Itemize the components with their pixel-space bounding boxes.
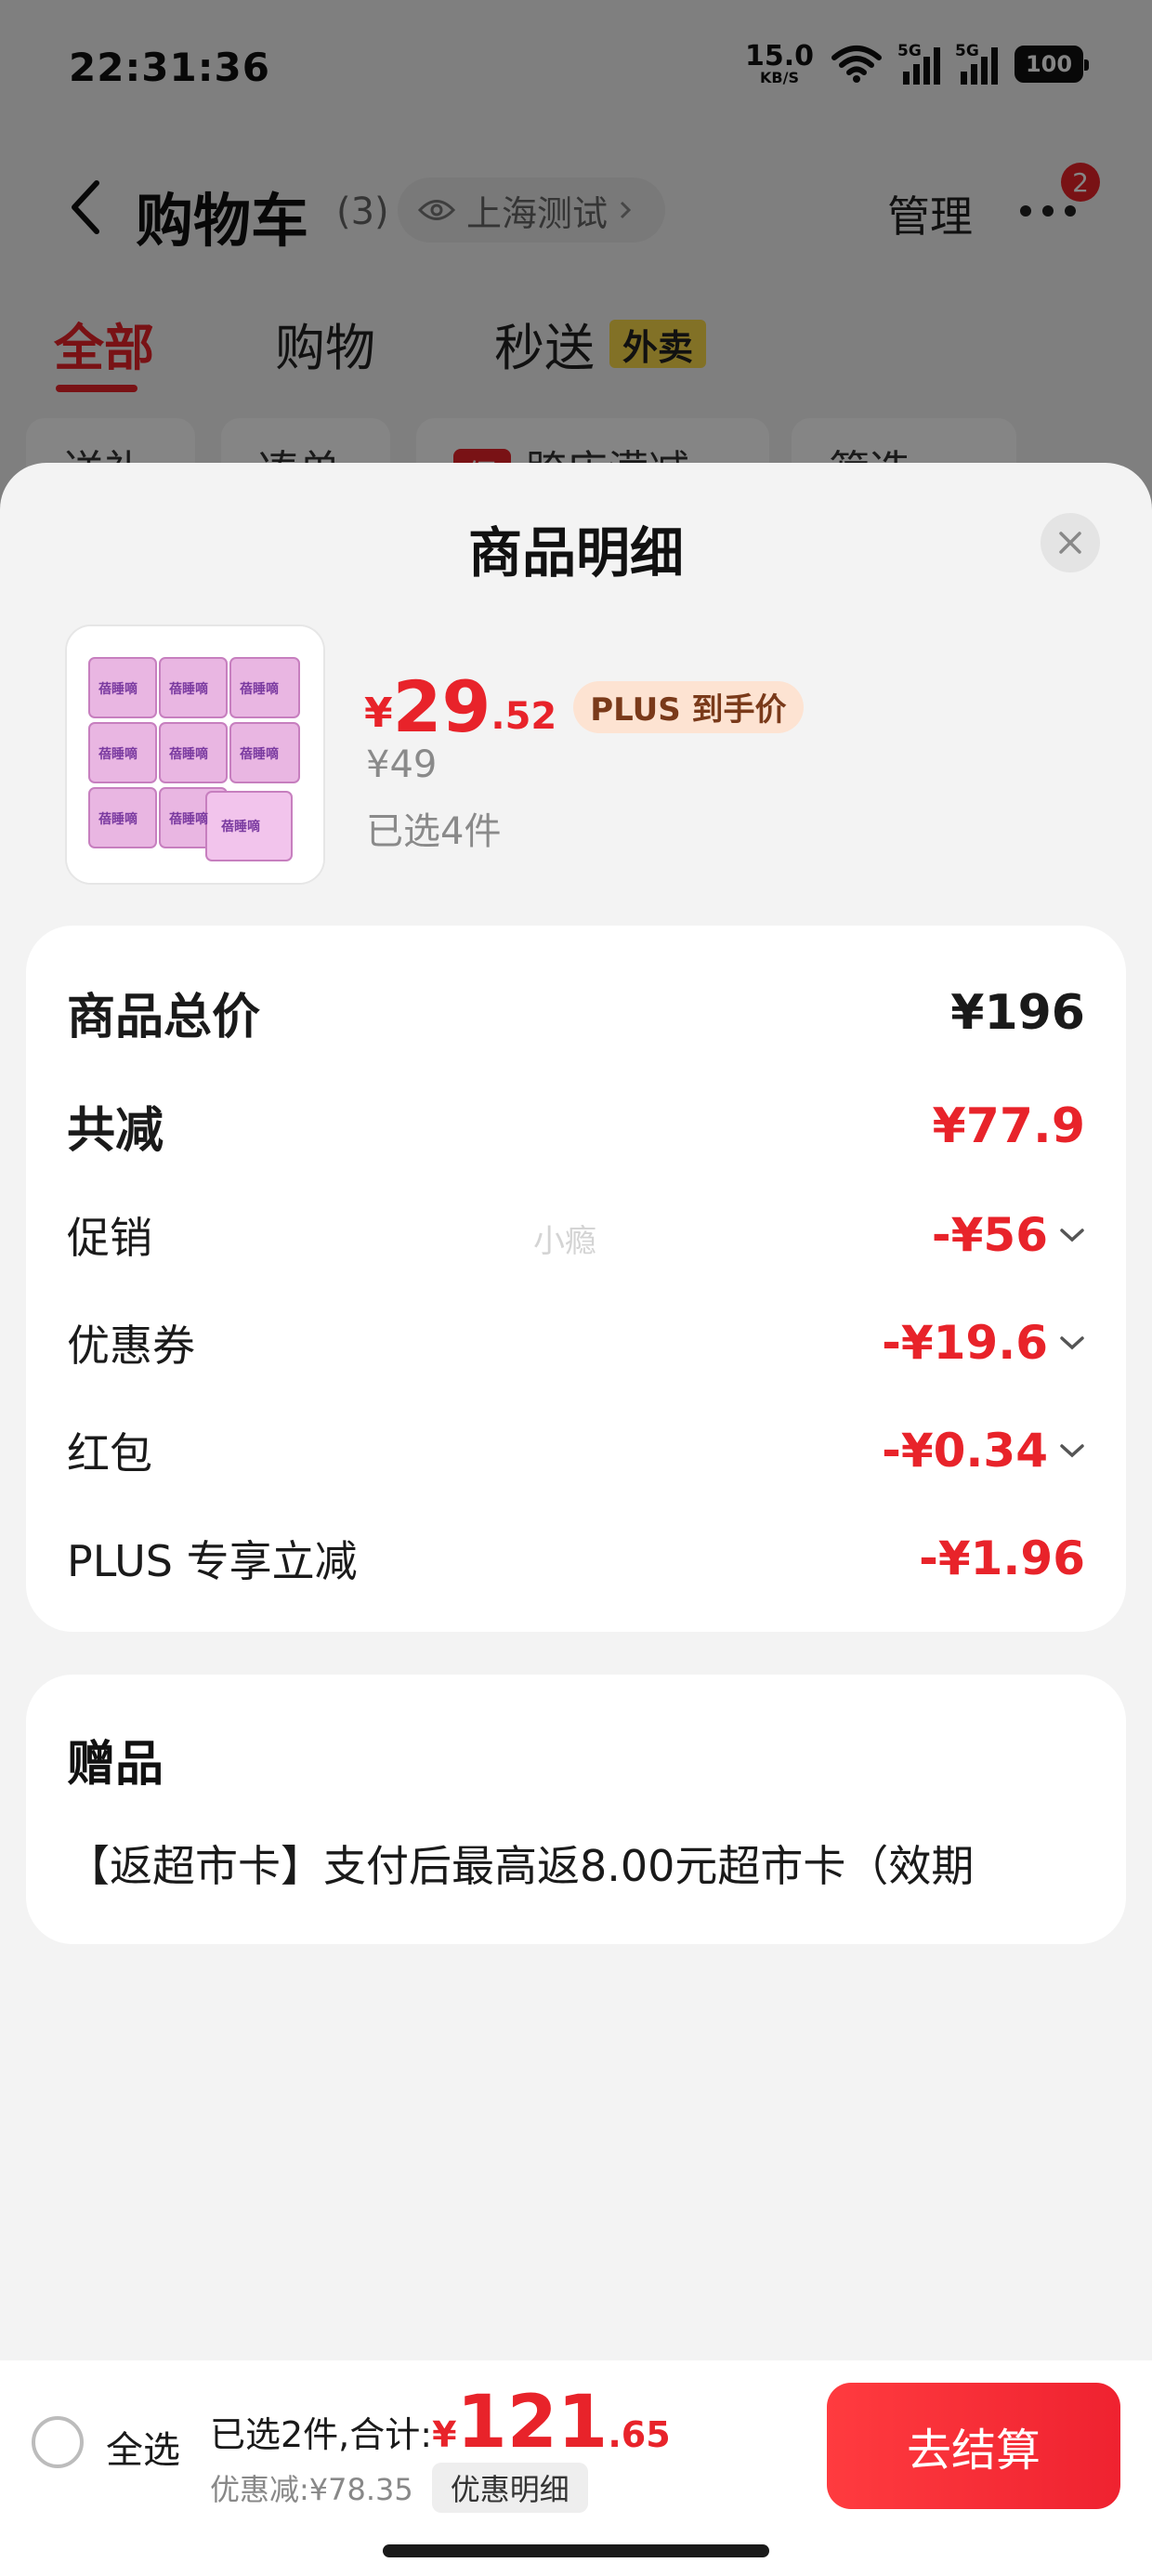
product-pack-label: 蓓睡嘀: [98, 811, 137, 827]
home-indicator: [383, 2544, 769, 2557]
close-button[interactable]: [1041, 513, 1100, 572]
price-decimal: .52: [491, 694, 557, 738]
product-pack-label: 蓓睡嘀: [98, 746, 137, 762]
gift-card: 赠品 【返超市卡】支付后最高返8.00元超市卡（效期: [26, 1675, 1126, 1944]
gift-title: 赠品: [67, 1737, 164, 1793]
product-image-graphic: 蓓睡嘀 蓓睡嘀 蓓睡嘀 蓓睡嘀 蓓睡嘀 蓓睡嘀 蓓睡嘀 蓓睡嘀 蓓睡嘀: [67, 626, 323, 883]
summary-row-total: 商品总价 ¥196: [67, 978, 1085, 1047]
plus-price-tag: PLUS 到手价: [573, 680, 804, 733]
sheet-title: 商品明细: [467, 521, 684, 585]
modal-overlay[interactable]: [0, 0, 1152, 520]
chevron-down-icon[interactable]: [1059, 1227, 1085, 1243]
promo-label: 促销: [67, 1213, 152, 1263]
product-pack-label: 蓓睡嘀: [220, 819, 260, 835]
selected-summary-text: 已选2件,合计:: [210, 2414, 433, 2455]
promo-value-group: -¥56: [932, 1208, 1085, 1262]
plus-reduce-value: -¥1.96: [919, 1531, 1085, 1585]
total-line: 已选2件,合计: ¥ 121 .65: [210, 2386, 671, 2459]
total-symbol: ¥: [432, 2414, 457, 2455]
product-pack-label: 蓓睡嘀: [239, 681, 279, 697]
price-symbol: ¥: [364, 690, 393, 737]
select-all-checkbox[interactable]: [32, 2416, 84, 2468]
product-pack-label: 蓓睡嘀: [168, 746, 208, 762]
summary-row-coupon[interactable]: 优惠券 -¥19.6: [67, 1312, 1085, 1373]
select-all-label[interactable]: 全选: [106, 2420, 180, 2474]
product-image[interactable]: 蓓睡嘀 蓓睡嘀 蓓睡嘀 蓓睡嘀 蓓睡嘀 蓓睡嘀 蓓睡嘀 蓓睡嘀 蓓睡嘀: [65, 624, 325, 885]
coupon-value-group: -¥19.6: [882, 1316, 1085, 1370]
gift-description: 【返超市卡】支付后最高返8.00元超市卡（效期: [67, 1841, 975, 1891]
redpacket-value: -¥0.34: [882, 1424, 1048, 1478]
total-price-value: ¥196: [950, 984, 1085, 1041]
price-summary-card: 商品总价 ¥196 共减 ¥77.9 小瘾 促销 -¥56 优惠券 -¥19.6…: [26, 926, 1126, 1632]
total-reduce-value: ¥77.9: [932, 1097, 1085, 1154]
original-price: ¥49: [366, 743, 438, 786]
summary-row-promo[interactable]: 促销 -¥56: [67, 1204, 1085, 1266]
product-pack-label: 蓓睡嘀: [168, 681, 208, 697]
product-detail-sheet: 商品明细 蓓睡嘀 蓓睡嘀 蓓睡嘀 蓓睡嘀 蓓睡嘀 蓓睡嘀 蓓睡嘀 蓓睡嘀 蓓睡嘀…: [0, 463, 1152, 2576]
promo-value: -¥56: [931, 1208, 1048, 1262]
total-reduce-label: 共减: [67, 1103, 164, 1159]
summary-row-plus: PLUS 专享立减 -¥1.96: [67, 1528, 1085, 1589]
checkout-button[interactable]: 去结算: [827, 2383, 1120, 2509]
checkout-bar: 全选 已选2件,合计: ¥ 121 .65 优惠减:¥78.35 优惠明细 去结…: [0, 2360, 1152, 2576]
redpacket-label: 红包: [67, 1428, 152, 1479]
discount-line: 优惠减:¥78.35 优惠明细: [210, 2463, 588, 2513]
product-price: ¥ 29 .52 PLUS 到手价: [364, 665, 804, 748]
total-decimal: .65: [608, 2414, 671, 2455]
price-integer: 29: [392, 665, 491, 748]
total-price-label: 商品总价: [67, 990, 261, 1045]
discount-detail-button[interactable]: 优惠明细: [431, 2463, 588, 2513]
product-pack-label: 蓓睡嘀: [98, 681, 137, 697]
coupon-value: -¥19.6: [882, 1316, 1048, 1370]
redpacket-value-group: -¥0.34: [882, 1424, 1085, 1478]
close-icon: [1059, 532, 1081, 554]
discount-text: 优惠减:¥78.35: [210, 2472, 413, 2507]
summary-row-redpacket[interactable]: 红包 -¥0.34: [67, 1420, 1085, 1481]
chevron-down-icon[interactable]: [1059, 1334, 1085, 1351]
summary-row-reduce: 共减 ¥77.9: [67, 1091, 1085, 1161]
product-pack-label: 蓓睡嘀: [239, 746, 279, 762]
plus-reduce-label: PLUS 专享立减: [67, 1536, 358, 1586]
product-pack-label: 蓓睡嘀: [168, 811, 208, 827]
chevron-down-icon[interactable]: [1059, 1442, 1085, 1459]
selected-quantity: 已选4件: [366, 810, 502, 853]
total-integer: 121: [456, 2381, 609, 2464]
coupon-label: 优惠券: [67, 1321, 195, 1371]
